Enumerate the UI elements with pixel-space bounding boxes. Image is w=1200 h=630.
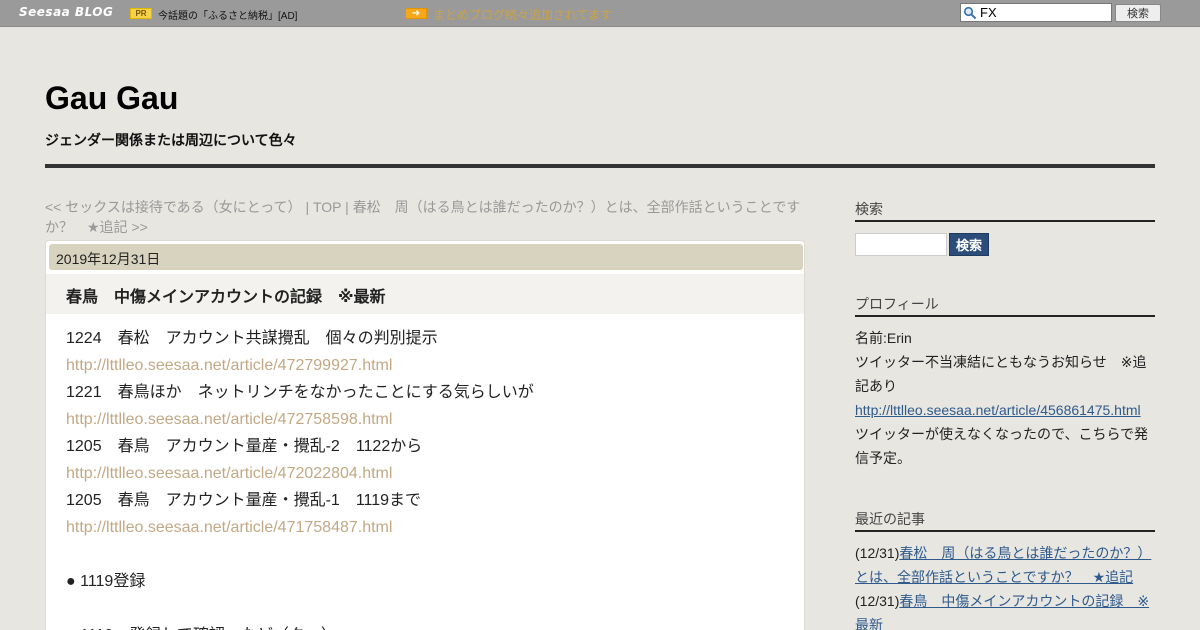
profile-link[interactable]: http://lttlleo.seesaa.net/article/456861… (855, 402, 1141, 418)
article-navigation: << セックスは接待である（女にとって） | TOP | 春松 周（はる鳥とは誰… (45, 197, 810, 237)
top-bar: Seesaa BLOG PR 今話題の「ふるさと納税」[AD] ➜ まとめブログ… (0, 0, 1200, 27)
pr-badge: PR (130, 8, 152, 19)
top-search-button[interactable]: 検索 (1115, 4, 1161, 22)
seesaa-blog-logo[interactable]: Seesaa BLOG (19, 5, 113, 19)
entry-date: 2019年12月31日 (49, 244, 803, 270)
nav-separator: | (301, 199, 313, 215)
entry-line: ● 1119 登録して確認 など（クッ） (66, 622, 786, 630)
pr-ad-link[interactable]: 今話題の「ふるさと納税」[AD] (158, 7, 297, 22)
prev-article-link[interactable]: << セックスは接待である（女にとって） (45, 199, 302, 215)
sidebar-search: 検索 検索 (855, 199, 1155, 269)
site-title[interactable]: Gau Gau (45, 80, 178, 117)
sidebar-recent-heading: 最近の記事 (855, 509, 1155, 532)
recent-post-date: (12/31) (855, 545, 900, 561)
notice-link[interactable]: まとめブログ続々追加されてます (433, 6, 612, 23)
top-search-input[interactable] (980, 5, 1108, 20)
entry-line: 1205 春鳥 アカウント量産・攪乱-2 1122から (66, 438, 423, 455)
entry-blank-line (66, 541, 786, 568)
entry-line: 1221 春鳥ほか ネットリンチをなかったことにする気らしいが (66, 384, 534, 401)
search-icon (963, 6, 977, 20)
entry-link[interactable]: http://lttlleo.seesaa.net/article/471758… (66, 514, 786, 541)
sidebar-search-input[interactable] (855, 233, 947, 256)
recent-post-date: (12/31) (855, 593, 900, 609)
profile-notice: ツイッター不当凍結にともなうお知らせ ※追記あり (855, 354, 1147, 394)
entry-body: 1224 春松 アカウント共謀攪乱 個々の判別提示 http://lttlleo… (66, 325, 786, 630)
recent-post-item: (12/31)春鳥 中傷メインアカウントの記録 ※最新 (855, 589, 1155, 630)
top-link[interactable]: TOP (313, 199, 341, 215)
entry-title[interactable]: 春鳥 中傷メインアカウントの記録 ※最新 (66, 283, 386, 307)
header-divider (45, 164, 1155, 168)
sidebar-profile: プロフィール 名前:Erin ツイッター不当凍結にともなうお知らせ ※追記あり … (855, 294, 1155, 470)
sidebar-profile-heading: プロフィール (855, 294, 1155, 317)
top-search-box (960, 3, 1112, 22)
recent-post-link[interactable]: 春松 周（はる鳥とは誰だったのか？）とは、全部作話ということですか？ ★追記 (855, 545, 1151, 585)
entry-link[interactable]: http://lttlleo.seesaa.net/article/472758… (66, 406, 786, 433)
entry-blank-line (66, 595, 786, 622)
entry-line: 1205 春鳥 アカウント量産・攪乱-1 1119まで (66, 492, 422, 509)
sidebar-search-button[interactable]: 検索 (949, 233, 989, 256)
entry-line: ● 1119登録 (66, 573, 146, 590)
entry-link[interactable]: http://lttlleo.seesaa.net/article/472799… (66, 352, 786, 379)
profile-note: ツイッターが使えなくなったので、こちらで発信予定。 (855, 426, 1149, 466)
site-description: ジェンダー関係または周辺について色々 (45, 132, 297, 148)
arrow-right-icon: ➜ (405, 8, 427, 19)
entry-link[interactable]: http://lttlleo.seesaa.net/article/472022… (66, 460, 786, 487)
profile-name: 名前:Erin (855, 330, 912, 346)
entry-title-band: 春鳥 中傷メインアカウントの記録 ※最新 (46, 274, 804, 314)
sidebar-recent-posts: 最近の記事 (12/31)春松 周（はる鳥とは誰だったのか？）とは、全部作話とい… (855, 509, 1155, 630)
recent-post-link[interactable]: 春鳥 中傷メインアカウントの記録 ※最新 (855, 593, 1149, 630)
blog-entry: 2019年12月31日 春鳥 中傷メインアカウントの記録 ※最新 1224 春松… (45, 240, 805, 630)
sidebar-search-heading: 検索 (855, 199, 1155, 222)
nav-separator: | (341, 199, 353, 215)
recent-post-item: (12/31)春松 周（はる鳥とは誰だったのか？）とは、全部作話ということですか… (855, 541, 1155, 589)
entry-line: 1224 春松 アカウント共謀攪乱 個々の判別提示 (66, 330, 438, 347)
